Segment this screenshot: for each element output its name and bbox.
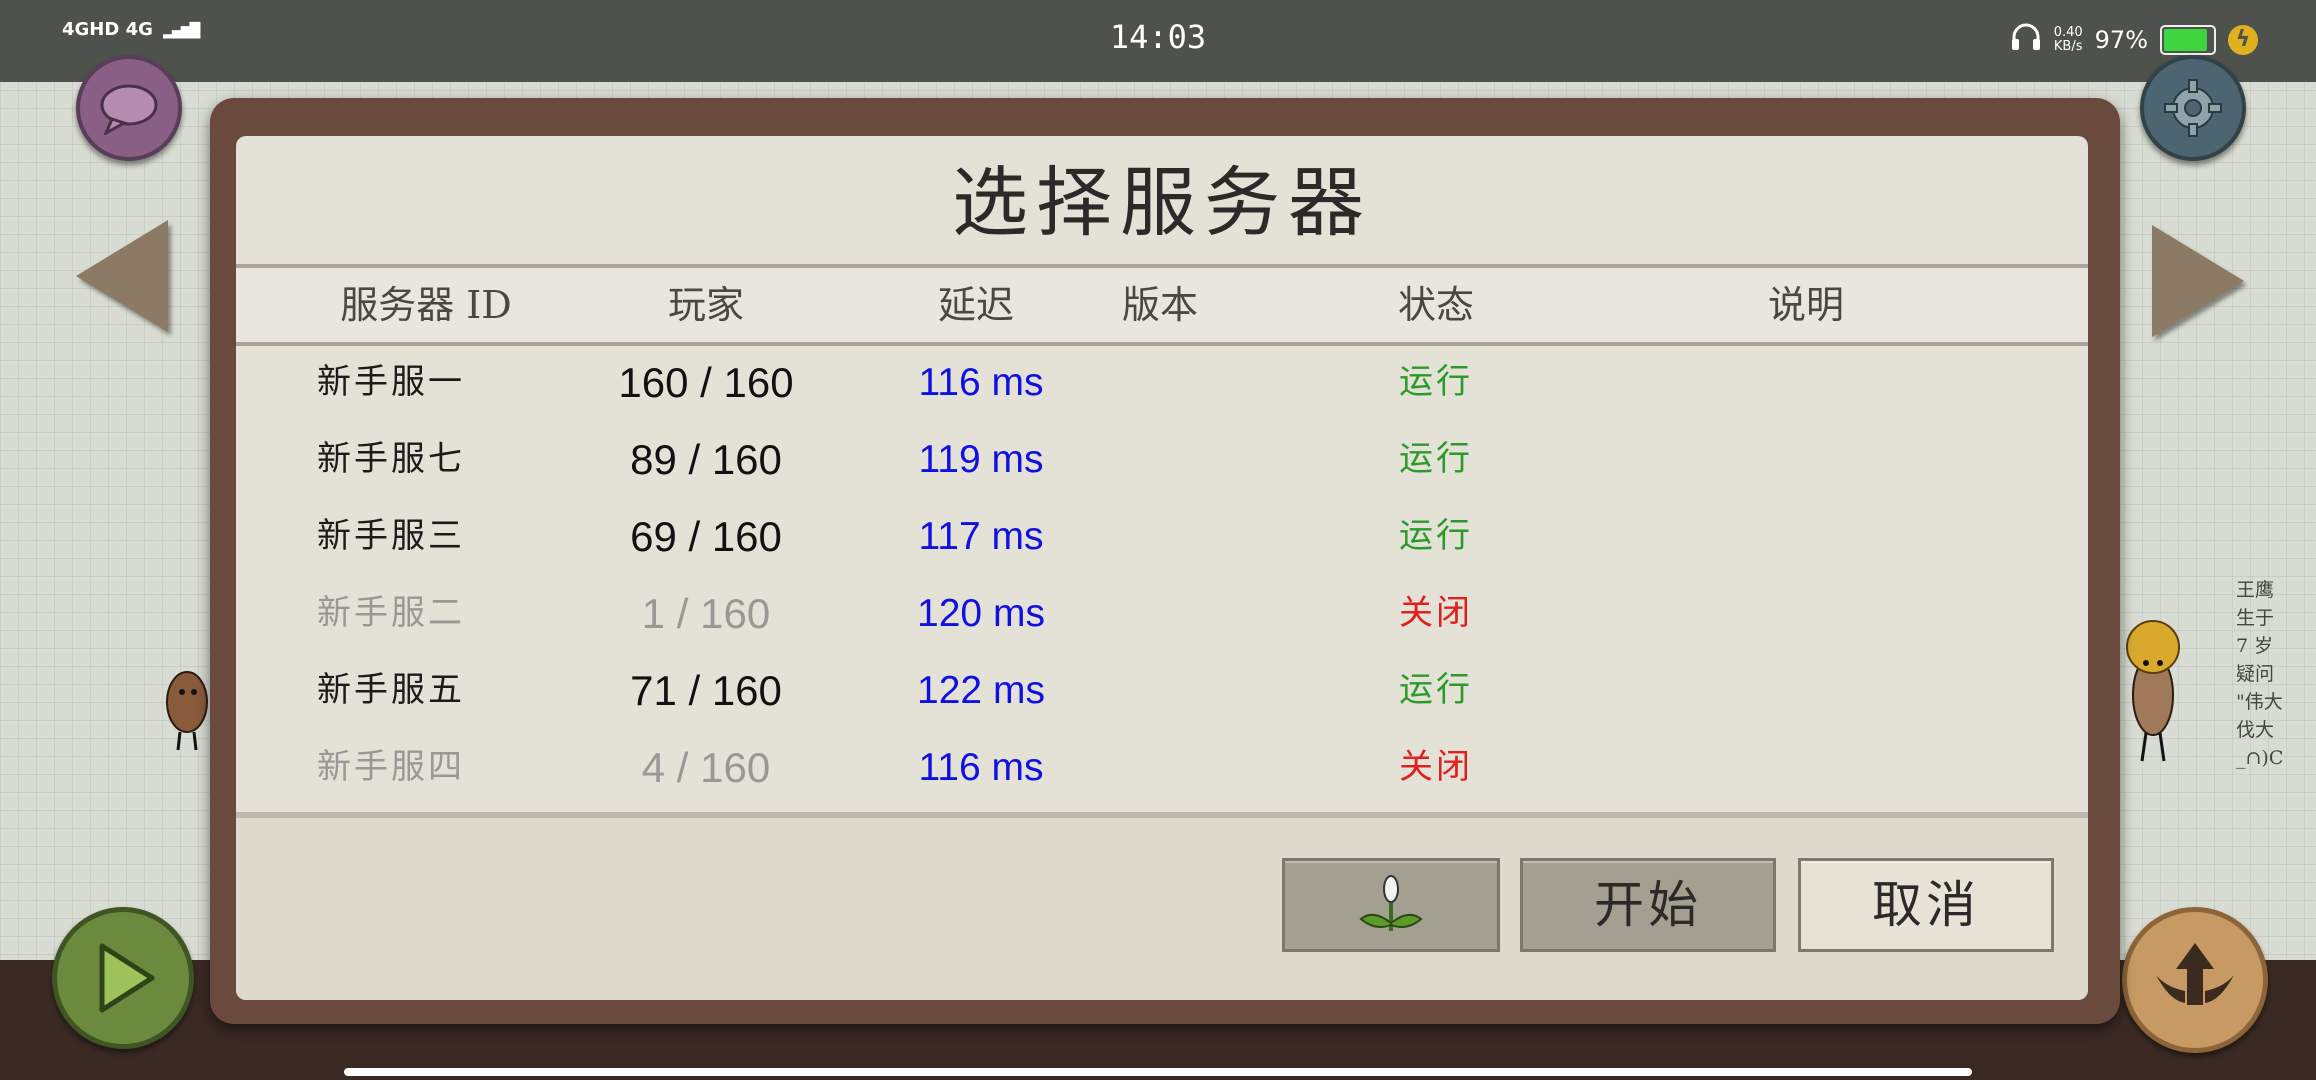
table-header: 服务器 ID 玩家 延迟 版本 状态 说明 bbox=[236, 264, 2088, 346]
server-row[interactable]: 新手服四 4 / 160 116 ms 关闭 bbox=[236, 729, 2088, 806]
server-players: 1 / 160 bbox=[641, 590, 771, 637]
side-note-line: "伟大 bbox=[2236, 691, 2283, 713]
server-row[interactable]: 新手服五 71 / 160 122 ms 运行 bbox=[236, 652, 2088, 729]
headphones-icon bbox=[2010, 22, 2042, 58]
battery-icon bbox=[2160, 25, 2216, 55]
server-row[interactable]: 新手服三 69 / 160 117 ms 运行 bbox=[236, 498, 2088, 575]
sprout-icon bbox=[1359, 875, 1423, 931]
server-ping: 116 ms bbox=[918, 361, 1044, 404]
play-icon bbox=[99, 943, 155, 1013]
side-note-line: 7 岁 bbox=[2236, 635, 2274, 657]
status-bar: 4GHD 4G ▂▄▆█ 14:03 0.40 KB/s 97% ϟ bbox=[0, 0, 2316, 82]
net-speed-unit: KB/s bbox=[2053, 39, 2083, 54]
server-name: 新手服七 bbox=[317, 439, 465, 479]
net-speed-value: 0.40 bbox=[2053, 25, 2083, 40]
side-note-line: 生于 bbox=[2236, 607, 2275, 629]
column-ping[interactable]: 延迟 bbox=[906, 268, 1046, 342]
cancel-button[interactable]: 取消 bbox=[1798, 858, 2054, 952]
side-note-line: _∩)C bbox=[2236, 747, 2284, 769]
server-players: 71 / 160 bbox=[630, 667, 782, 714]
server-name: 新手服三 bbox=[317, 516, 465, 556]
server-name: 新手服五 bbox=[317, 670, 465, 710]
server-name: 新手服二 bbox=[317, 593, 465, 633]
chat-button[interactable] bbox=[76, 55, 182, 161]
right-arrow-icon[interactable] bbox=[2152, 225, 2244, 337]
gear-icon bbox=[2164, 79, 2222, 137]
winged-up-arrow-icon bbox=[2156, 943, 2234, 1005]
column-status[interactable]: 状态 bbox=[1366, 268, 1506, 342]
side-note-line: 王鹰 bbox=[2236, 579, 2275, 601]
dialog-title: 选择服务器 bbox=[952, 158, 1372, 247]
settings-button[interactable] bbox=[2140, 55, 2246, 161]
potato-character bbox=[166, 671, 208, 751]
left-arrow-icon[interactable] bbox=[76, 220, 168, 332]
column-version[interactable]: 版本 bbox=[1090, 268, 1230, 342]
server-status: 关闭 bbox=[1399, 747, 1473, 787]
server-name: 新手服一 bbox=[317, 362, 465, 402]
column-description[interactable]: 说明 bbox=[1736, 268, 1876, 342]
play-button[interactable] bbox=[52, 907, 194, 1049]
battery-percent: 97% bbox=[2094, 26, 2148, 54]
clock: 14:03 bbox=[1109, 18, 1207, 56]
curly-hair-character bbox=[2126, 620, 2180, 762]
server-status: 运行 bbox=[1399, 670, 1473, 710]
status-right: 0.40 KB/s 97% ϟ bbox=[2010, 22, 2258, 58]
column-server-id[interactable]: 服务器 ID bbox=[296, 268, 556, 342]
server-select-dialog: 选择服务器 服务器 ID 玩家 延迟 版本 状态 说明 新手服一 160 / 1… bbox=[236, 136, 2088, 1000]
mods-button[interactable] bbox=[1282, 858, 1500, 952]
chat-bubble-icon bbox=[100, 84, 158, 135]
server-ping: 119 ms bbox=[918, 438, 1044, 481]
server-ping: 120 ms bbox=[917, 592, 1045, 635]
start-button[interactable]: 开始 bbox=[1520, 858, 1776, 952]
server-row[interactable]: 新手服一 160 / 160 116 ms 运行 bbox=[236, 344, 2088, 421]
server-ping: 117 ms bbox=[918, 515, 1044, 558]
side-note-line: 伐大 bbox=[2236, 719, 2275, 741]
charging-bolt-icon: ϟ bbox=[2228, 25, 2258, 55]
server-row[interactable]: 新手服七 89 / 160 119 ms 运行 bbox=[236, 421, 2088, 498]
server-players: 4 / 160 bbox=[641, 744, 771, 791]
side-note-line: 疑问 bbox=[2236, 663, 2275, 685]
column-players[interactable]: 玩家 bbox=[636, 268, 776, 342]
server-players: 69 / 160 bbox=[630, 513, 782, 560]
server-row[interactable]: 新手服二 1 / 160 120 ms 关闭 bbox=[236, 575, 2088, 652]
server-players: 89 / 160 bbox=[630, 436, 782, 483]
server-ping: 122 ms bbox=[917, 669, 1045, 712]
net-speed: 0.40 KB/s bbox=[2054, 26, 2083, 54]
server-name: 新手服四 bbox=[317, 747, 465, 787]
server-players: 160 / 160 bbox=[618, 359, 794, 406]
server-status: 运行 bbox=[1399, 362, 1473, 402]
server-status: 运行 bbox=[1399, 439, 1473, 479]
side-note: 王鹰 生于 7 岁 疑问 "伟大 伐大 _∩)C bbox=[2236, 576, 2316, 772]
server-ping: 116 ms bbox=[918, 746, 1044, 789]
battery-fill bbox=[2164, 29, 2207, 51]
server-status: 运行 bbox=[1399, 516, 1473, 556]
server-status: 关闭 bbox=[1399, 593, 1473, 633]
ascend-button[interactable] bbox=[2122, 907, 2268, 1053]
home-indicator[interactable] bbox=[344, 1068, 1972, 1076]
